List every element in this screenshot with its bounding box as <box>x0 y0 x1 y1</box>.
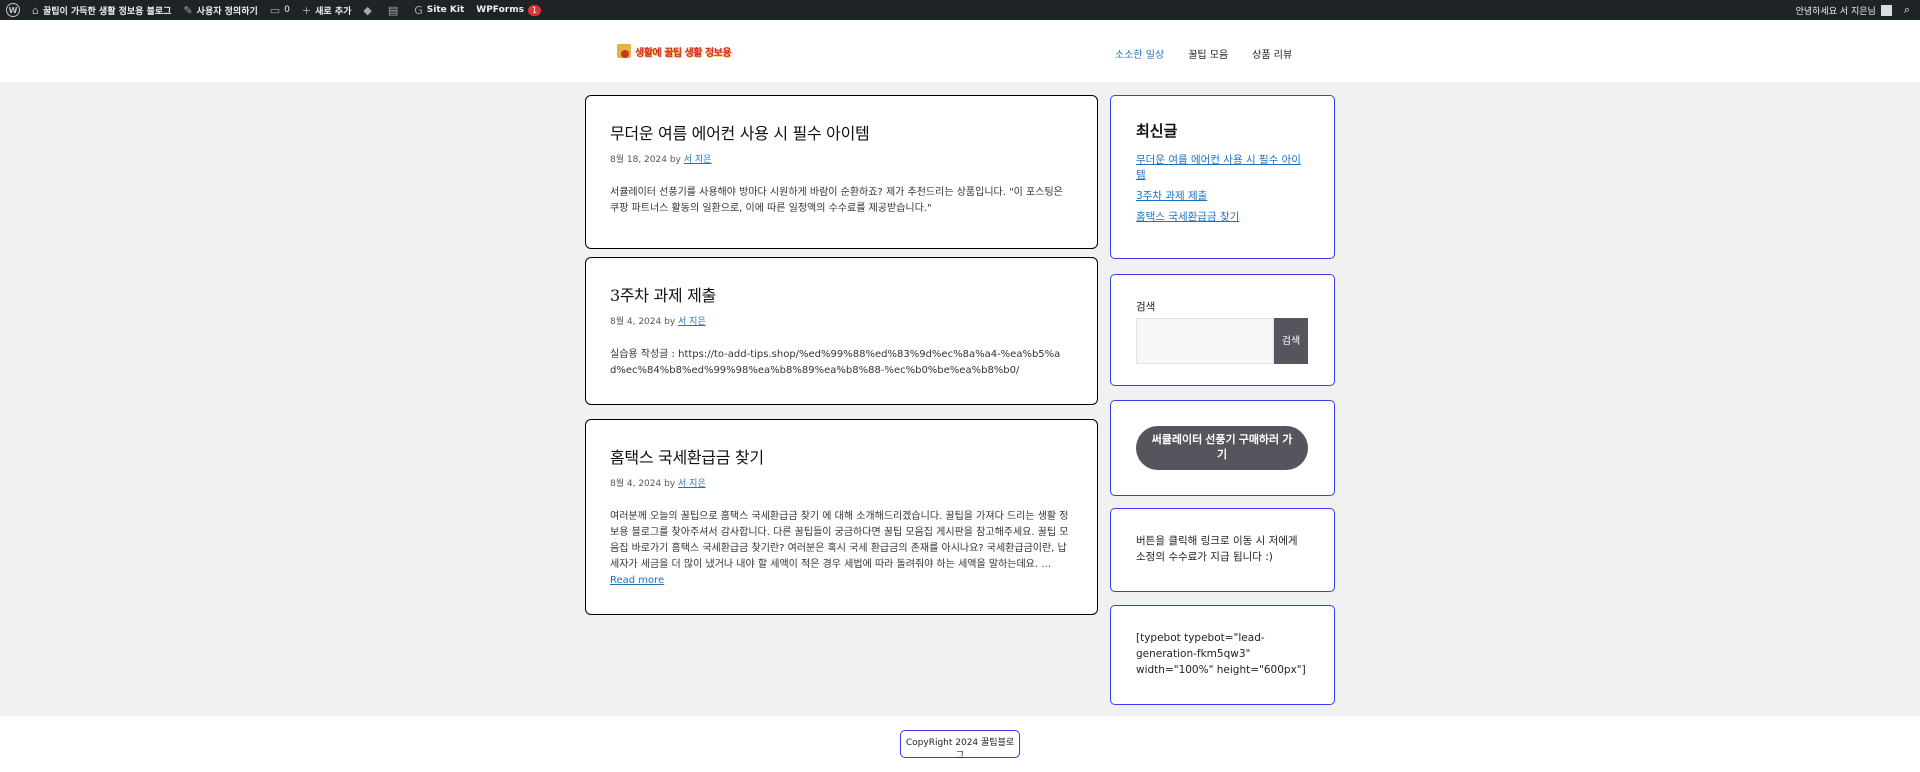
diamond-icon: ◆ <box>363 3 372 17</box>
post-meta: 8월 4, 2024 by 서 지은 <box>610 476 1073 489</box>
post-by: by <box>664 479 676 489</box>
search-label: 검색 <box>1136 301 1156 313</box>
post-excerpt: 여러분께 오늘의 꿀팁으로 홈택스 국세환급금 찾기 에 대해 소개해드리겠습니… <box>610 509 1073 589</box>
plugin-button[interactable]: ▤ <box>382 0 408 20</box>
notice-widget: 버튼을 클릭해 링크로 이동 시 저에게 소정의 수수료가 지급 됩니다 :) <box>1110 508 1335 592</box>
admin-bar: W ⌂ 꿀팁이 가득한 생활 정보용 블로그 ✎ 사용자 정의하기 ▭ 0 + 새로 추… <box>0 0 1920 20</box>
site-logo[interactable]: 생활에 꿀팁 생활 정보용 <box>617 42 731 60</box>
post-by: by <box>664 317 676 327</box>
nav-item-daily[interactable]: 소소한 일상 <box>1115 46 1164 61</box>
cta-widget: 써큘레이터 선풍기 구매하러 가기 <box>1110 400 1335 496</box>
logo-icon <box>617 44 631 58</box>
typebot-shortcode: [typebot typebot="lead-generation-fkm5qw… <box>1136 632 1306 676</box>
post-meta: 8월 4, 2024 by 서 지은 <box>610 314 1073 327</box>
recent-post-link[interactable]: 무더운 여름 에어컨 사용 시 필수 아이템 <box>1136 153 1309 183</box>
search-icon: ⌕ <box>1903 3 1910 16</box>
main-nav: 소소한 일상 꿀팁 모음 상품 리뷰 <box>1115 46 1316 61</box>
recent-post-link[interactable]: 3주차 과제 제출 <box>1136 189 1309 204</box>
customize-link[interactable]: ✎ 사용자 정의하기 <box>177 0 263 20</box>
comments-link[interactable]: ▭ 0 <box>264 0 296 20</box>
wpforms-badge: 1 <box>527 4 542 16</box>
logo-text: 생활에 꿀팁 생활 정보용 <box>635 47 731 59</box>
plus-icon: + <box>301 3 312 17</box>
customize-label: 사용자 정의하기 <box>196 6 258 17</box>
comment-icon: ▭ <box>269 3 281 17</box>
post-card: 무더운 여름 에어컨 사용 시 필수 아이템 8월 18, 2024 by 서 … <box>585 95 1098 249</box>
site-header: 생활에 꿀팁 생활 정보용 소소한 일상 꿀팁 모음 상품 리뷰 <box>0 20 1920 82</box>
diamond-plugin-button[interactable]: ◆ <box>357 0 381 20</box>
post-by: by <box>669 155 681 165</box>
recent-posts-widget: 최신글 무더운 여름 에어컨 사용 시 필수 아이템 3주차 과제 제출 홈택스… <box>1110 95 1335 259</box>
search-submit-button[interactable]: 검색 <box>1274 318 1308 364</box>
search-widget: 검색 검색 <box>1110 274 1335 386</box>
site-footer: CopyRight 2024 꿀팁블로그 <box>0 716 1920 772</box>
post-card: 홈택스 국세환급금 찾기 8월 4, 2024 by 서 지은 여러분께 오늘의… <box>585 419 1098 615</box>
post-date[interactable]: 8월 4, 2024 <box>610 317 661 327</box>
site-name-link[interactable]: ⌂ 꿀팁이 가득한 생활 정보용 블로그 <box>26 0 177 20</box>
site-name: 꿀팁이 가득한 생활 정보용 블로그 <box>42 6 172 17</box>
read-more-link[interactable]: Read more <box>610 575 664 586</box>
search-form: 검색 <box>1136 318 1309 364</box>
post-date[interactable]: 8월 4, 2024 <box>610 479 661 489</box>
post-title[interactable]: 무더운 여름 에어컨 사용 시 필수 아이템 <box>610 120 1073 144</box>
home-icon: ⌂ <box>32 3 39 17</box>
avatar <box>1880 4 1892 16</box>
post-title[interactable]: 3주차 과제 제출 <box>610 282 1073 306</box>
post-excerpt: 실습용 작성글 : https://to-add-tips.shop/%ed%9… <box>610 349 1061 376</box>
post-card: 3주차 과제 제출 8월 4, 2024 by 서 지은 실습용 작성글 : h… <box>585 257 1098 405</box>
post-excerpt: 서큘레이터 선풍기를 사용해야 방마다 시원하게 바람이 순환하죠? 제가 추천… <box>610 187 1063 214</box>
post-title[interactable]: 홈택스 국세환급금 찾기 <box>610 444 1073 468</box>
nav-item-tips[interactable]: 꿀팁 모음 <box>1188 46 1228 61</box>
recent-post-link[interactable]: 홈택스 국세환급금 찾기 <box>1136 210 1309 225</box>
greeting-text: 안녕하세요 서 지은님 <box>1795 6 1876 17</box>
brush-icon: ✎ <box>183 3 193 17</box>
buy-circulator-button[interactable]: 써큘레이터 선풍기 구매하러 가기 <box>1136 426 1308 470</box>
recent-posts-title: 최신글 <box>1136 122 1178 140</box>
wpforms-link[interactable]: WPForms 1 <box>470 0 547 20</box>
search-button[interactable]: ⌕ <box>1898 0 1920 20</box>
recent-posts-list: 무더운 여름 에어컨 사용 시 필수 아이템 3주차 과제 제출 홈택스 국세환… <box>1136 153 1309 225</box>
sitekit-link[interactable]: G Site Kit <box>408 0 470 20</box>
post-author-link[interactable]: 서 지은 <box>684 155 712 165</box>
new-content-link[interactable]: + 새로 추가 <box>296 0 357 20</box>
new-label: 새로 추가 <box>315 6 352 17</box>
post-date[interactable]: 8월 18, 2024 <box>610 155 667 165</box>
post-author-link[interactable]: 서 지은 <box>678 479 706 489</box>
wordpress-logo-button[interactable]: W <box>0 0 26 20</box>
search-input[interactable] <box>1136 318 1274 364</box>
commission-notice: 버튼을 클릭해 링크로 이동 시 저에게 소정의 수수료가 지급 됩니다 :) <box>1136 535 1298 563</box>
wpforms-label: WPForms <box>476 5 524 15</box>
account-menu[interactable]: 안녕하세요 서 지은님 <box>1790 0 1898 20</box>
copyright-text: CopyRight 2024 꿀팁블로그 <box>900 730 1020 761</box>
google-icon: G <box>414 3 423 17</box>
document-icon: ▤ <box>387 3 399 17</box>
wordpress-icon: W <box>6 3 20 17</box>
sitekit-label: Site Kit <box>426 5 465 15</box>
nav-item-reviews[interactable]: 상품 리뷰 <box>1252 46 1292 61</box>
post-excerpt-text: 여러분께 오늘의 꿀팁으로 홈택스 국세환급금 찾기 에 대해 소개해드리겠습니… <box>610 511 1069 570</box>
typebot-widget: [typebot typebot="lead-generation-fkm5qw… <box>1110 605 1335 705</box>
comments-count: 0 <box>284 5 290 15</box>
post-meta: 8월 18, 2024 by 서 지은 <box>610 152 1073 165</box>
post-author-link[interactable]: 서 지은 <box>678 317 706 327</box>
